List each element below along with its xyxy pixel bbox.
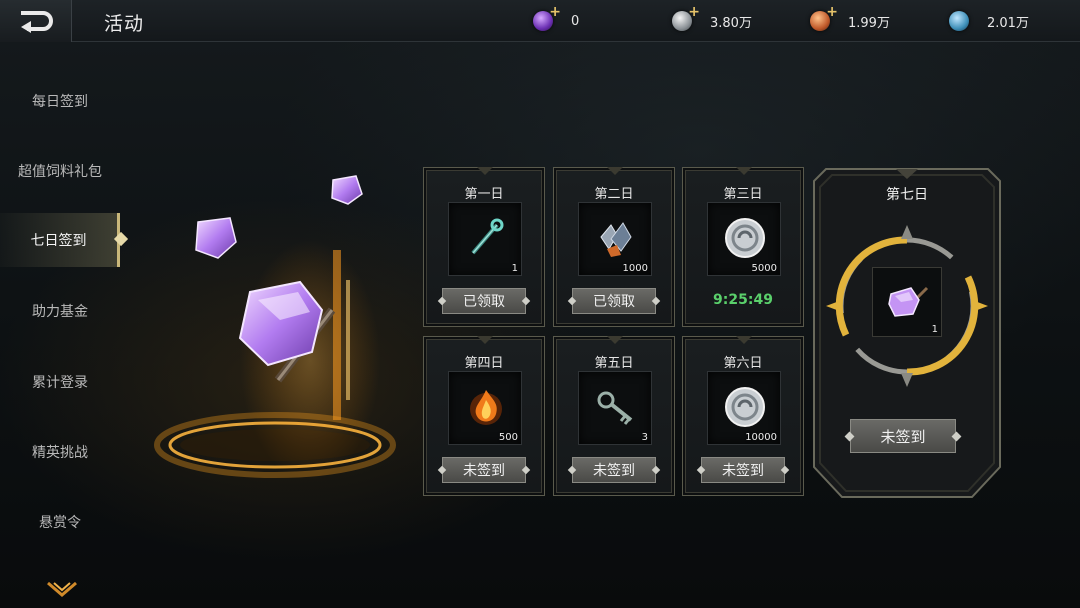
add-icon[interactable]: +: [826, 4, 838, 20]
currency-value: 1.99万: [848, 15, 890, 31]
currency-bronze-coin[interactable]: + 1.99万: [810, 4, 890, 33]
back-arrow-icon: [20, 11, 53, 33]
day-card-2: 第二日 1000 已领取: [553, 167, 675, 327]
back-button[interactable]: [0, 0, 72, 42]
page-title: 活动: [104, 13, 145, 35]
staff-icon: [471, 218, 504, 255]
reward-showcase: [154, 175, 396, 480]
day-label: 第三日: [723, 187, 763, 202]
claimed-button[interactable]: 已领取: [442, 288, 526, 314]
bronze-coin-icon: +: [810, 4, 838, 31]
day-label: 第四日: [464, 356, 504, 371]
currency-silver-coin[interactable]: + 3.80万: [672, 4, 752, 33]
day-label: 第七日: [886, 187, 928, 203]
signin-button[interactable]: 未签到: [850, 419, 956, 453]
card-notch: [736, 336, 752, 344]
currency-purple-gem[interactable]: + 0: [533, 4, 580, 33]
signin-button[interactable]: 未签到: [442, 457, 526, 483]
day-card-1: 第一日 1 已领取: [423, 167, 545, 327]
reward-slot[interactable]: 1: [448, 202, 522, 276]
card-notch: [607, 167, 623, 175]
card-notch: [607, 336, 623, 344]
day-card-6: 第六日 10000 未签到: [682, 336, 804, 496]
currency-blue-orb[interactable]: 2.01万: [949, 9, 1029, 33]
claimed-button[interactable]: 已领取: [572, 288, 656, 314]
sidebar-item-feed-pack[interactable]: 超值饲料礼包: [0, 144, 120, 198]
sidebar-item-label: 助力基金: [32, 304, 88, 320]
reward-slot[interactable]: 500: [448, 371, 522, 445]
reward-slot[interactable]: 10000: [707, 371, 781, 445]
reward-qty: 5000: [751, 263, 777, 274]
reward-slot[interactable]: 5000: [707, 202, 781, 276]
purple-crystal-icon: [888, 286, 929, 317]
card-notch: [477, 167, 493, 175]
crystal-ore-icon: [600, 222, 632, 257]
activity-screen: 活动 + 0 + 3.80万 + 1.99万 2.01万 每日签到 超值饲料礼包…: [0, 0, 1080, 608]
chevron-down-icon[interactable]: [46, 580, 78, 598]
day-card-5: 第五日 3 未签到: [553, 336, 675, 496]
silver-coin-icon: +: [672, 4, 700, 31]
add-icon[interactable]: +: [549, 4, 561, 20]
day-label: 第二日: [594, 187, 634, 202]
purple-gem-icon: +: [533, 4, 561, 31]
reward-qty: 3: [641, 432, 648, 443]
sidebar-item-daily-signin[interactable]: 每日签到: [0, 74, 120, 128]
sidebar-item-label: 七日签到: [30, 233, 87, 249]
add-icon[interactable]: +: [688, 4, 700, 20]
day-card-4: 第四日 500 未签到: [423, 336, 545, 496]
sidebar-item-seven-day-signin[interactable]: 七日签到: [0, 213, 120, 267]
day-card-3: 第三日 5000 9:25:49: [682, 167, 804, 327]
reward-qty: 1: [931, 324, 938, 335]
silver-coin-icon: [725, 387, 765, 427]
silver-coin-icon: [725, 218, 765, 258]
blue-orb-icon: [949, 11, 969, 31]
countdown-timer: 9:25:49: [713, 292, 773, 308]
top-bar: 活动 + 0 + 3.80万 + 1.99万 2.01万: [0, 0, 1080, 42]
reward-qty: 10000: [745, 432, 777, 443]
reward-slot[interactable]: 1000: [578, 202, 652, 276]
day-label: 第五日: [594, 356, 634, 371]
sidebar-item-label: 累计登录: [32, 375, 88, 391]
currency-value: 3.80万: [710, 15, 752, 31]
reward-qty: 500: [498, 432, 518, 443]
reward-qty: 1000: [622, 263, 648, 274]
currency-value: 0: [571, 13, 580, 29]
key-icon: [597, 391, 633, 425]
sidebar-item-label: 超值饲料礼包: [18, 164, 102, 180]
card-notch: [477, 336, 493, 344]
day-label: 第六日: [723, 356, 763, 371]
sidebar-item-label: 精英挑战: [32, 445, 88, 461]
card-notch: [736, 167, 752, 175]
sidebar-item-cumulative-login[interactable]: 累计登录: [0, 355, 120, 409]
sidebar-item-bounty[interactable]: 悬赏令: [0, 495, 120, 549]
reward-slot[interactable]: 1: [872, 267, 942, 337]
day-label: 第一日: [464, 187, 504, 202]
sidebar-item-label: 每日签到: [32, 94, 88, 110]
fire-essence-icon: [470, 390, 502, 425]
signin-button[interactable]: 未签到: [572, 457, 656, 483]
day-card-7: 第七日 1 未签到: [812, 167, 1002, 499]
currency-value: 2.01万: [987, 15, 1029, 31]
reward-qty: 1: [511, 263, 518, 274]
sidebar-item-label: 悬赏令: [39, 515, 81, 531]
signin-button[interactable]: 未签到: [701, 457, 785, 483]
reward-slot[interactable]: 3: [578, 371, 652, 445]
sidebar-item-fund[interactable]: 助力基金: [0, 284, 120, 338]
sidebar-item-elite-challenge[interactable]: 精英挑战: [0, 425, 120, 479]
